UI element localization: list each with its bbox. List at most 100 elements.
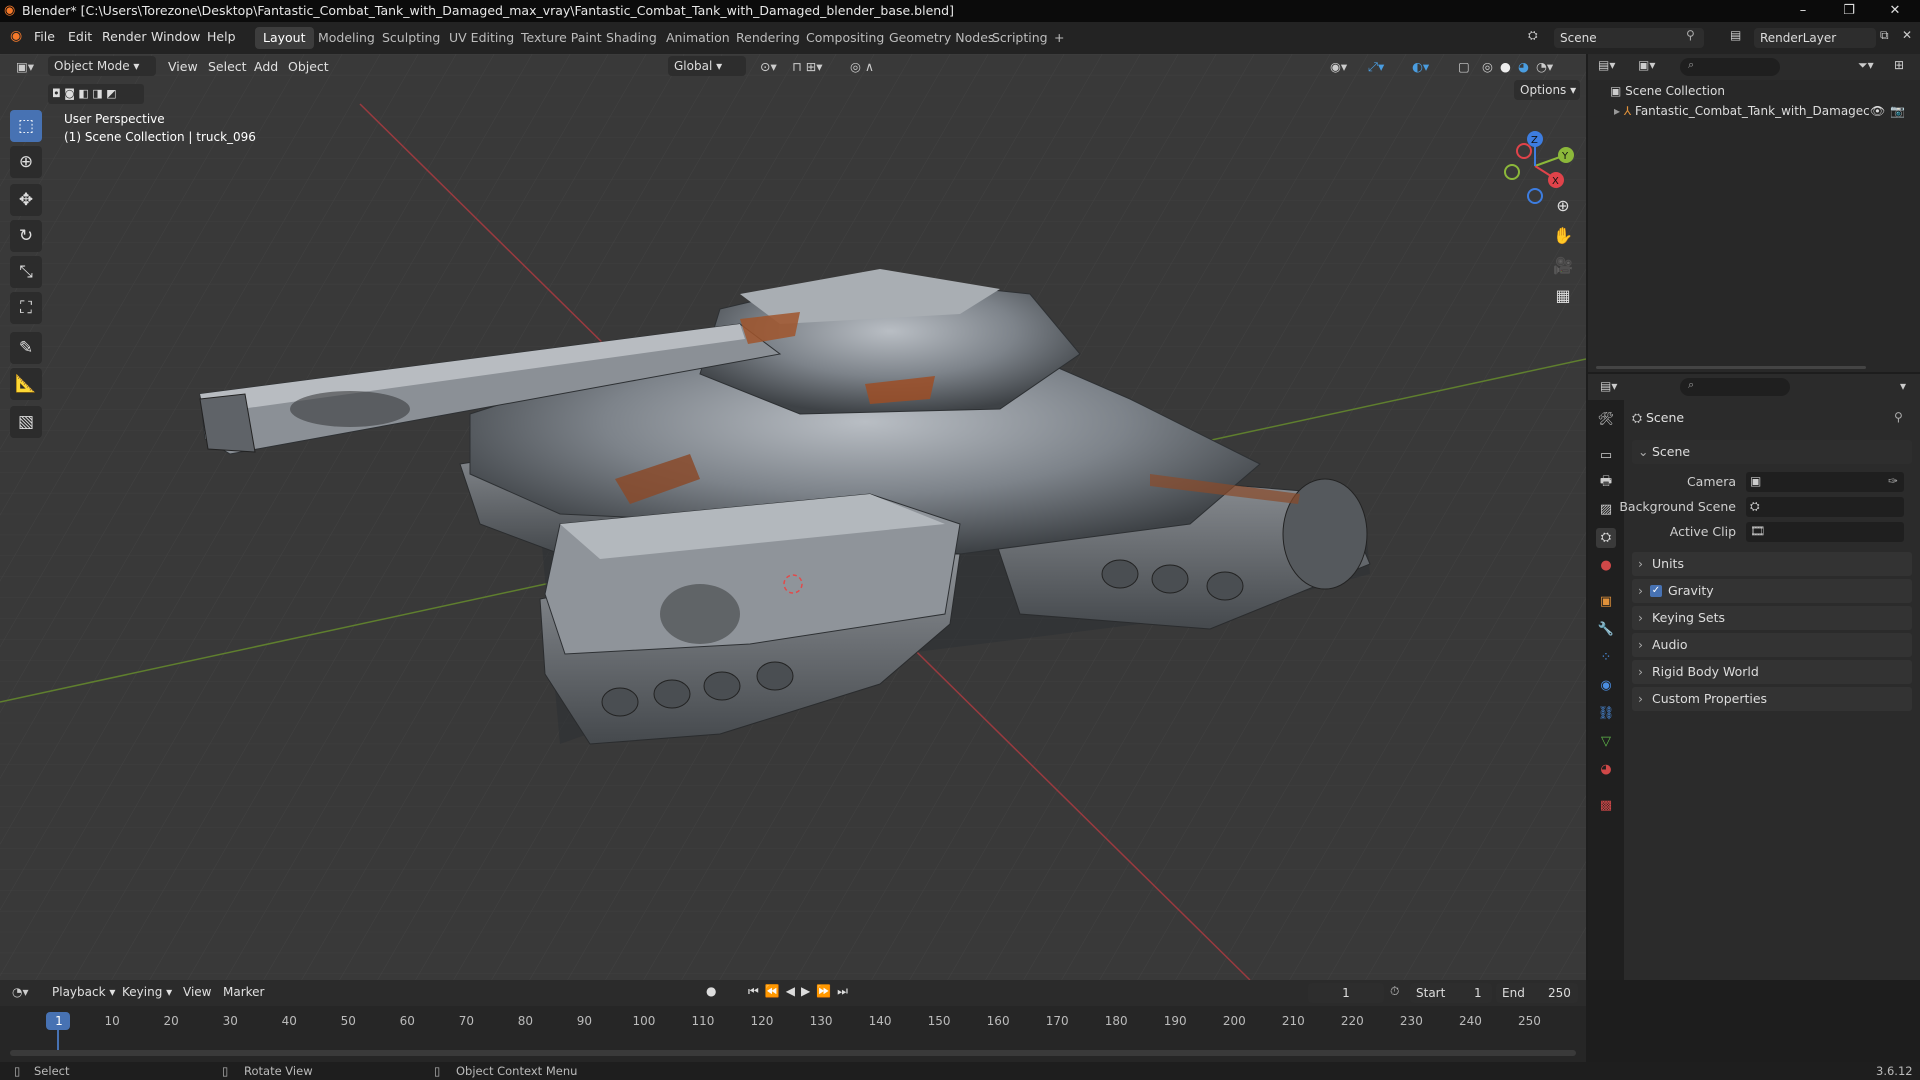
- tab-scripting[interactable]: Scripting: [984, 27, 1056, 49]
- add-workspace-button[interactable]: +: [1046, 27, 1072, 49]
- select-mode-buttons[interactable]: ◘ ◙ ◧ ◨ ◩: [48, 84, 144, 104]
- current-frame-field[interactable]: 1: [1308, 983, 1384, 1003]
- pan-hand-icon[interactable]: ✋: [1548, 221, 1578, 251]
- panel-audio[interactable]: › Audio: [1632, 633, 1912, 657]
- particles-tab-icon[interactable]: ⁘: [1596, 648, 1616, 668]
- properties-options-icon[interactable]: ▾: [1900, 379, 1906, 393]
- clock-icon[interactable]: ⏱: [1390, 984, 1399, 999]
- pivot-icon[interactable]: ⊙▾: [760, 57, 777, 77]
- renderlayer-selector[interactable]: RenderLayer: [1754, 28, 1876, 48]
- 3d-viewport[interactable]: ▣▾ Object Mode ▾ View Select Add Object …: [0, 54, 1586, 980]
- snap-icon[interactable]: ⊓ ⊞▾: [792, 57, 822, 77]
- solid-shading-icon[interactable]: ●: [1500, 57, 1511, 77]
- viewport-menu-view[interactable]: View: [168, 57, 198, 77]
- outliner-editor-icon[interactable]: ▤▾: [1598, 58, 1615, 72]
- outliner-item-tank[interactable]: ▸ ⅄ Fantastic_Combat_Tank_with_Damagec 👁…: [1614, 104, 1914, 118]
- move-tool[interactable]: ✥: [10, 184, 42, 216]
- tab-animation[interactable]: Animation: [658, 27, 738, 49]
- gizmo-toggle-icon[interactable]: ⤢▾: [1368, 57, 1384, 77]
- scene-selector[interactable]: Scene: [1554, 28, 1704, 48]
- scale-tool[interactable]: ⤡: [10, 256, 42, 288]
- background-scene-field[interactable]: ⛭: [1746, 497, 1904, 517]
- tab-modeling[interactable]: Modeling: [310, 27, 383, 49]
- timeline-menu-marker[interactable]: Marker: [223, 985, 264, 999]
- tab-compositing[interactable]: Compositing: [798, 27, 892, 49]
- tab-rendering[interactable]: Rendering: [728, 27, 808, 49]
- new-layer-icon[interactable]: ⧉: [1880, 28, 1889, 43]
- tab-shading[interactable]: Shading: [598, 27, 665, 49]
- panel-units[interactable]: › Units: [1632, 552, 1912, 576]
- end-frame-field[interactable]: End 250: [1496, 983, 1578, 1003]
- scene-icon[interactable]: ⛭: [1528, 28, 1538, 43]
- zoom-icon[interactable]: ⊕: [1548, 191, 1578, 221]
- modifier-tab-icon[interactable]: 🔧: [1596, 620, 1616, 640]
- editor-type-icon[interactable]: ▣▾: [16, 57, 34, 77]
- menu-file[interactable]: File: [34, 29, 55, 44]
- properties-pin-icon[interactable]: ⚲: [1894, 410, 1903, 424]
- visibility-icon[interactable]: ◉▾: [1330, 57, 1347, 77]
- timeline-menu-playback[interactable]: Playback ▾: [52, 985, 115, 999]
- panel-keying-sets[interactable]: › Keying Sets: [1632, 606, 1912, 630]
- overlay-toggle-icon[interactable]: ◐▾: [1412, 57, 1429, 77]
- object-tab-icon[interactable]: ▣: [1596, 592, 1616, 612]
- transform-tool[interactable]: ⛶: [10, 292, 42, 324]
- panel-gravity[interactable]: › ✓ Gravity: [1632, 579, 1912, 603]
- wireframe-shading-icon[interactable]: ◎: [1482, 57, 1493, 77]
- select-box-tool[interactable]: ⬚: [10, 110, 42, 142]
- cursor-tool[interactable]: ⊕: [10, 146, 42, 178]
- physics-tab-icon[interactable]: ◉: [1596, 676, 1616, 696]
- world-tab-icon[interactable]: ●: [1596, 556, 1616, 576]
- viewport-menu-object[interactable]: Object: [288, 57, 329, 77]
- start-frame-field[interactable]: Start 1: [1410, 983, 1492, 1003]
- tool-tab-icon[interactable]: 🛠: [1596, 410, 1616, 430]
- camera-field[interactable]: ▣ ✑: [1746, 472, 1904, 492]
- rotate-tool[interactable]: ↻: [10, 220, 42, 252]
- active-clip-field[interactable]: 🎞: [1746, 522, 1904, 542]
- rendered-shading-icon[interactable]: ◔▾: [1536, 57, 1553, 77]
- filter-icon[interactable]: ⏷▾: [1858, 58, 1874, 73]
- eye-visibility-icon[interactable]: 👁: [1870, 104, 1885, 118]
- remove-layer-icon[interactable]: ✕: [1902, 28, 1912, 42]
- material-tab-icon[interactable]: ◕: [1596, 760, 1616, 780]
- menu-render[interactable]: Render: [102, 29, 147, 44]
- panel-rigid-body-world[interactable]: › Rigid Body World: [1632, 660, 1912, 684]
- pin-icon[interactable]: ⚲: [1686, 28, 1695, 42]
- render-camera-icon[interactable]: 📷: [1890, 104, 1905, 118]
- timeline-editor-icon[interactable]: ◔▾: [12, 985, 29, 999]
- display-mode-icon[interactable]: ▣▾: [1638, 58, 1655, 72]
- properties-editor-icon[interactable]: ▤▾: [1600, 379, 1617, 393]
- expand-icon[interactable]: ▸: [1614, 104, 1620, 118]
- timeline-scrollbar[interactable]: [10, 1050, 1576, 1056]
- view-layer-icon[interactable]: ▤: [1730, 28, 1741, 42]
- outliner-scrollbar[interactable]: [1596, 366, 1866, 369]
- perspective-toggle-icon[interactable]: ▦: [1548, 281, 1578, 311]
- scene-tab-icon[interactable]: ⛭: [1596, 528, 1616, 548]
- output-tab-icon[interactable]: 🖶: [1596, 472, 1616, 492]
- eyedropper-icon[interactable]: ✑: [1888, 474, 1898, 488]
- camera-view-icon[interactable]: 🎥: [1548, 251, 1578, 281]
- tab-layout[interactable]: Layout: [255, 27, 314, 49]
- texture-tab-icon[interactable]: ▩: [1596, 796, 1616, 816]
- outliner-search-input[interactable]: ⌕: [1680, 58, 1780, 76]
- options-dropdown[interactable]: Options ▾: [1514, 80, 1580, 100]
- record-icon[interactable]: ●: [706, 984, 716, 998]
- object-mode-dropdown[interactable]: Object Mode ▾: [48, 56, 156, 76]
- viewport-menu-add[interactable]: Add: [254, 57, 278, 77]
- blender-menu-icon[interactable]: ◉: [10, 28, 22, 44]
- properties-search-input[interactable]: ⌕: [1680, 378, 1790, 396]
- view-layer-tab-icon[interactable]: ▨: [1596, 500, 1616, 520]
- minimize-button[interactable]: –: [1780, 0, 1826, 22]
- menu-edit[interactable]: Edit: [68, 29, 92, 44]
- menu-window[interactable]: Window: [151, 29, 200, 44]
- close-button[interactable]: ✕: [1872, 0, 1918, 22]
- transform-orientation-dropdown[interactable]: Global ▾: [668, 56, 746, 76]
- timeline-menu-keying[interactable]: Keying ▾: [122, 985, 172, 999]
- timeline-menu-view[interactable]: View: [183, 985, 211, 999]
- xray-icon[interactable]: ▢: [1458, 57, 1470, 77]
- material-shading-icon[interactable]: ◕: [1518, 57, 1529, 77]
- proportional-edit-icon[interactable]: ◎ ∧: [850, 57, 874, 77]
- data-tab-icon[interactable]: ▽: [1596, 732, 1616, 752]
- menu-help[interactable]: Help: [207, 29, 236, 44]
- annotate-tool[interactable]: ✎: [10, 332, 42, 364]
- tab-texture-paint[interactable]: Texture Paint: [513, 27, 610, 49]
